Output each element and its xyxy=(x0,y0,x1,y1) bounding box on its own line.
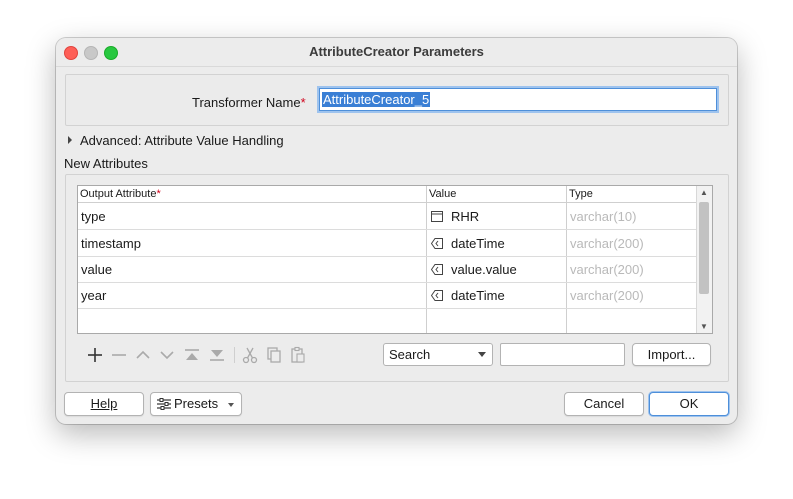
import-button[interactable]: Import... xyxy=(632,343,711,366)
output-attribute-cell[interactable]: year xyxy=(81,288,106,303)
value-cell[interactable]: RHR xyxy=(431,209,479,224)
chevron-down-icon xyxy=(478,352,486,357)
toolbar-separator xyxy=(234,347,235,363)
copy-icon[interactable] xyxy=(264,345,284,365)
column-header-value[interactable]: Value xyxy=(429,188,456,200)
help-label: Help xyxy=(90,396,118,411)
transformer-name-label: Transformer Name* xyxy=(192,95,306,110)
presets-button[interactable]: Presets xyxy=(150,392,242,416)
scrollbar-thumb[interactable] xyxy=(699,202,709,294)
transformer-name-input[interactable]: AttributeCreator_5 xyxy=(319,88,717,111)
type-cell[interactable]: varchar(200) xyxy=(570,262,644,277)
table-row[interactable]: year dateTime varchar(200) xyxy=(78,282,696,309)
transformer-name-value: AttributeCreator_5 xyxy=(322,92,431,107)
attributes-table: Output Attribute* Value Type type RHR va… xyxy=(77,185,713,334)
title-bar: AttributeCreator Parameters xyxy=(56,38,737,67)
disclosure-triangle-icon xyxy=(68,136,72,144)
type-cell[interactable]: varchar(10) xyxy=(570,209,636,224)
search-input[interactable] xyxy=(500,343,625,366)
paste-icon[interactable] xyxy=(288,345,308,365)
search-dropdown[interactable]: Search xyxy=(383,343,493,366)
remove-icon[interactable] xyxy=(109,345,129,365)
presets-label: Presets xyxy=(174,396,219,411)
value-cell[interactable]: dateTime xyxy=(431,236,505,251)
move-bottom-icon[interactable] xyxy=(207,345,227,365)
type-cell[interactable]: varchar(200) xyxy=(570,288,644,303)
attribute-value-icon xyxy=(431,238,443,249)
search-dropdown-value: Search xyxy=(389,347,431,362)
constant-icon xyxy=(431,211,443,222)
output-attribute-cell[interactable]: type xyxy=(81,209,106,224)
value-cell[interactable]: dateTime xyxy=(431,288,505,303)
table-header: Output Attribute* Value Type xyxy=(78,186,696,203)
column-header-output[interactable]: Output Attribute* xyxy=(80,188,161,200)
column-header-type[interactable]: Type xyxy=(569,188,593,200)
move-down-icon[interactable] xyxy=(157,345,177,365)
move-up-icon[interactable] xyxy=(133,345,153,365)
attribute-value-icon xyxy=(431,264,443,275)
ok-button[interactable]: OK xyxy=(649,392,729,416)
advanced-label: Advanced: Attribute Value Handling xyxy=(80,133,284,148)
empty-table-row[interactable] xyxy=(78,308,696,334)
table-scrollbar[interactable]: ▲ ▼ xyxy=(696,186,712,333)
attribute-value-icon xyxy=(431,290,443,301)
sliders-icon xyxy=(157,398,171,410)
dialog-window: AttributeCreator Parameters Transformer … xyxy=(56,38,737,424)
table-row[interactable]: value value.value varchar(200) xyxy=(78,256,696,283)
table-row[interactable]: timestamp dateTime varchar(200) xyxy=(78,230,696,257)
new-attributes-label: New Attributes xyxy=(64,156,148,171)
move-top-icon[interactable] xyxy=(182,345,202,365)
add-icon[interactable] xyxy=(85,345,105,365)
chevron-down-icon xyxy=(228,403,234,407)
scroll-up-icon[interactable]: ▲ xyxy=(700,188,708,197)
new-attributes-group: Output Attribute* Value Type type RHR va… xyxy=(65,174,729,382)
scroll-down-icon[interactable]: ▼ xyxy=(700,322,708,331)
help-button[interactable]: Help xyxy=(64,392,144,416)
output-attribute-cell[interactable]: value xyxy=(81,262,112,277)
value-cell[interactable]: value.value xyxy=(431,262,517,277)
cut-icon[interactable] xyxy=(240,345,260,365)
transformer-name-group: Transformer Name* AttributeCreator_5 xyxy=(65,74,729,126)
table-row[interactable]: type RHR varchar(10) xyxy=(78,203,696,230)
output-attribute-cell[interactable]: timestamp xyxy=(81,236,141,251)
window-title: AttributeCreator Parameters xyxy=(309,44,484,59)
advanced-section-toggle[interactable]: Advanced: Attribute Value Handling xyxy=(68,133,284,148)
required-marker: * xyxy=(300,95,306,110)
type-cell[interactable]: varchar(200) xyxy=(570,236,644,251)
cancel-button[interactable]: Cancel xyxy=(564,392,644,416)
